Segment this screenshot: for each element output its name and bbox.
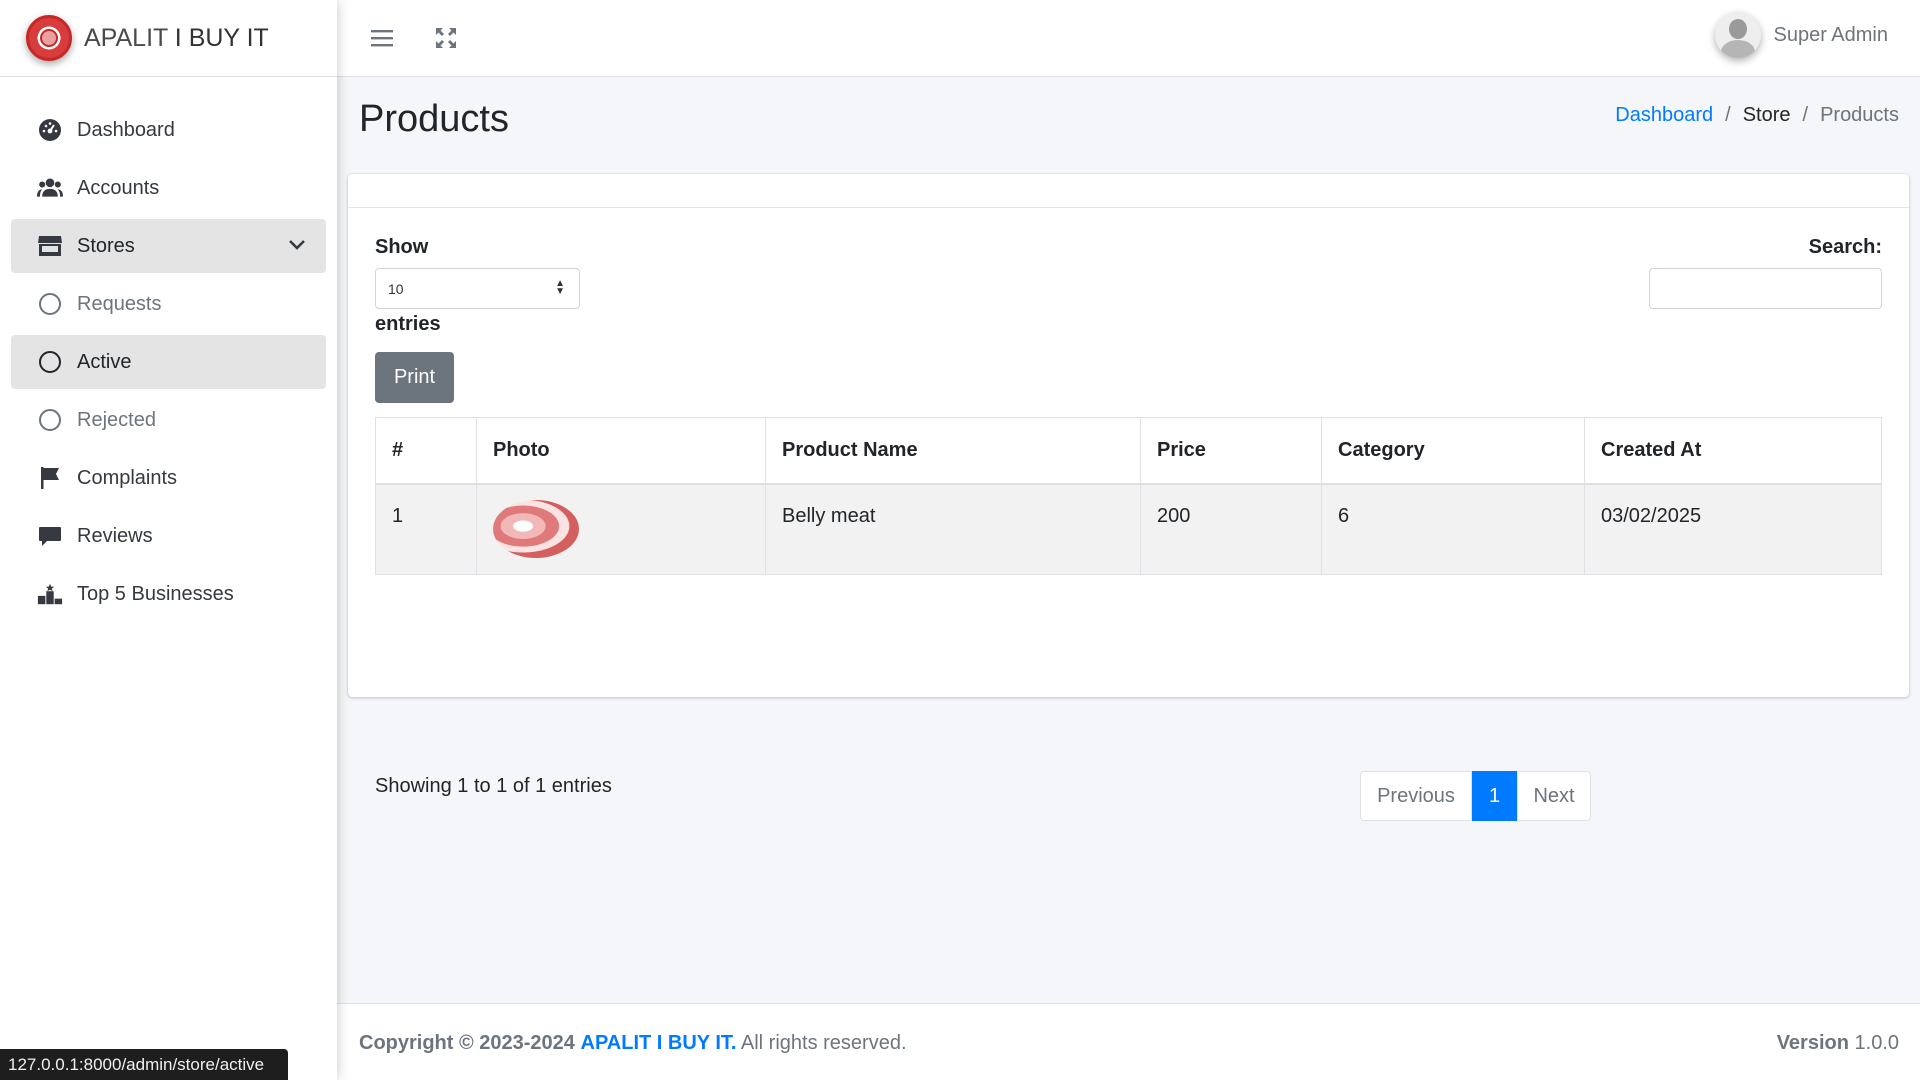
sidebar-item-label: Active bbox=[77, 350, 132, 373]
hamburger-menu-icon[interactable] bbox=[367, 23, 397, 53]
sidebar: APALIT I BUY IT Dashboard Accounts Store… bbox=[0, 0, 337, 1080]
cell-created-at: 03/02/2025 bbox=[1584, 483, 1882, 575]
user-name: Super Admin bbox=[1773, 23, 1888, 46]
breadcrumb-dashboard-link[interactable]: Dashboard bbox=[1615, 104, 1713, 127]
ranking-podium-icon bbox=[37, 581, 63, 607]
search-input[interactable] bbox=[1649, 268, 1882, 309]
fullscreen-expand-icon[interactable] bbox=[431, 23, 461, 53]
cell-photo bbox=[476, 483, 766, 575]
sidebar-item-stores[interactable]: Stores bbox=[11, 219, 326, 273]
column-header-photo[interactable]: Photo bbox=[476, 417, 766, 485]
circle-icon bbox=[37, 349, 63, 375]
breadcrumb-separator: / bbox=[1725, 104, 1731, 126]
avatar bbox=[1715, 12, 1762, 58]
status-bar-url: 127.0.0.1:8000/admin/store/active bbox=[0, 1049, 288, 1080]
flag-icon bbox=[37, 465, 63, 491]
cell-product-name: Belly meat bbox=[765, 483, 1141, 575]
sidebar-item-complaints[interactable]: Complaints bbox=[11, 451, 326, 505]
version-number: 1.0.0 bbox=[1854, 1032, 1899, 1054]
brand-logo bbox=[26, 15, 72, 61]
sidebar-item-label: Complaints bbox=[77, 466, 178, 489]
select-arrows-icon: ▲ ▼ bbox=[555, 278, 565, 297]
sidebar-nav: Dashboard Accounts Stores Requests Activ… bbox=[0, 77, 337, 621]
column-header-number[interactable]: # bbox=[375, 417, 477, 485]
comment-icon bbox=[37, 523, 63, 549]
sidebar-item-label: Rejected bbox=[77, 408, 156, 431]
tachometer-icon bbox=[37, 117, 63, 143]
brand-text-part2: I BUY IT bbox=[174, 23, 269, 52]
page-size-select[interactable]: 10 ▲ ▼ bbox=[375, 268, 580, 309]
column-header-category[interactable]: Category bbox=[1321, 417, 1585, 485]
sidebar-item-dashboard[interactable]: Dashboard bbox=[11, 103, 326, 157]
rights-text: All rights reserved. bbox=[740, 1032, 907, 1054]
pagination: Previous 1 Next bbox=[1360, 771, 1591, 821]
chevron-down-icon bbox=[288, 236, 306, 260]
user-menu[interactable]: Super Admin bbox=[1715, 12, 1888, 58]
footer-copyright: Copyright © 2023-2024 APALIT I BUY IT. A… bbox=[359, 1032, 907, 1055]
footer: Copyright © 2023-2024 APALIT I BUY IT. A… bbox=[337, 1003, 1920, 1080]
circle-icon bbox=[37, 407, 63, 433]
products-table: # Photo Product Name Price Category Crea… bbox=[375, 417, 1882, 575]
breadcrumb: Dashboard / Store / Products bbox=[1615, 104, 1899, 127]
pagination-previous-button[interactable]: Previous bbox=[1360, 771, 1472, 821]
brand-link[interactable]: APALIT I BUY IT bbox=[0, 0, 337, 77]
cell-number: 1 bbox=[375, 483, 477, 575]
products-card: Show 10 ▲ ▼ entries Print Search: # Photo… bbox=[348, 174, 1909, 821]
top-navbar: Super Admin bbox=[337, 0, 1920, 77]
breadcrumb-products: Products bbox=[1820, 104, 1899, 126]
pagination-page-1[interactable]: 1 bbox=[1472, 771, 1517, 821]
sidebar-item-label: Stores bbox=[77, 234, 135, 257]
page-size-value: 10 bbox=[388, 281, 404, 297]
cell-category: 6 bbox=[1321, 483, 1585, 575]
column-header-product-name[interactable]: Product Name bbox=[765, 417, 1141, 485]
sidebar-item-label: Requests bbox=[77, 292, 162, 315]
show-label: Show bbox=[375, 236, 429, 258]
circle-icon bbox=[37, 291, 63, 317]
print-button[interactable]: Print bbox=[375, 352, 454, 403]
store-icon bbox=[37, 233, 63, 259]
cell-price: 200 bbox=[1140, 483, 1322, 575]
sidebar-item-requests[interactable]: Requests bbox=[11, 277, 326, 331]
column-header-price[interactable]: Price bbox=[1140, 417, 1322, 485]
sidebar-item-label: Reviews bbox=[77, 524, 153, 547]
footer-version: Version 1.0.0 bbox=[1777, 1032, 1899, 1055]
sidebar-item-reviews[interactable]: Reviews bbox=[11, 509, 326, 563]
version-label: Version bbox=[1776, 1032, 1849, 1054]
footer-brand-link[interactable]: APALIT I BUY IT. bbox=[581, 1032, 737, 1054]
brand-text: APALIT I BUY IT bbox=[84, 24, 269, 53]
copyright-text: Copyright © 2023-2024 bbox=[359, 1032, 575, 1054]
sidebar-item-active[interactable]: Active bbox=[11, 335, 326, 389]
users-icon bbox=[37, 175, 63, 201]
breadcrumb-separator: / bbox=[1802, 104, 1809, 126]
brand-text-part1: APALIT bbox=[84, 23, 168, 52]
sidebar-item-accounts[interactable]: Accounts bbox=[11, 161, 326, 215]
sidebar-item-top-5-businesses[interactable]: Top 5 Businesses bbox=[11, 567, 326, 621]
table-header-row: # Photo Product Name Price Category Crea… bbox=[375, 417, 1882, 485]
card-header bbox=[348, 174, 1909, 208]
entries-label: entries bbox=[375, 313, 441, 335]
sidebar-item-label: Accounts bbox=[77, 176, 160, 199]
sidebar-item-rejected[interactable]: Rejected bbox=[11, 393, 326, 447]
table-info: Showing 1 to 1 of 1 entries bbox=[375, 775, 612, 797]
sidebar-item-label: Dashboard bbox=[77, 118, 175, 141]
search-label: Search: bbox=[1808, 236, 1882, 258]
table-row: 1 Belly meat 200 6 03/02/2025 bbox=[375, 483, 1882, 575]
pagination-next-button[interactable]: Next bbox=[1517, 771, 1591, 821]
column-header-created-at[interactable]: Created At bbox=[1584, 417, 1882, 485]
page-title: Products bbox=[359, 98, 509, 140]
sidebar-item-label: Top 5 Businesses bbox=[77, 582, 234, 605]
breadcrumb-store: Store bbox=[1742, 104, 1791, 126]
product-photo bbox=[493, 499, 579, 558]
